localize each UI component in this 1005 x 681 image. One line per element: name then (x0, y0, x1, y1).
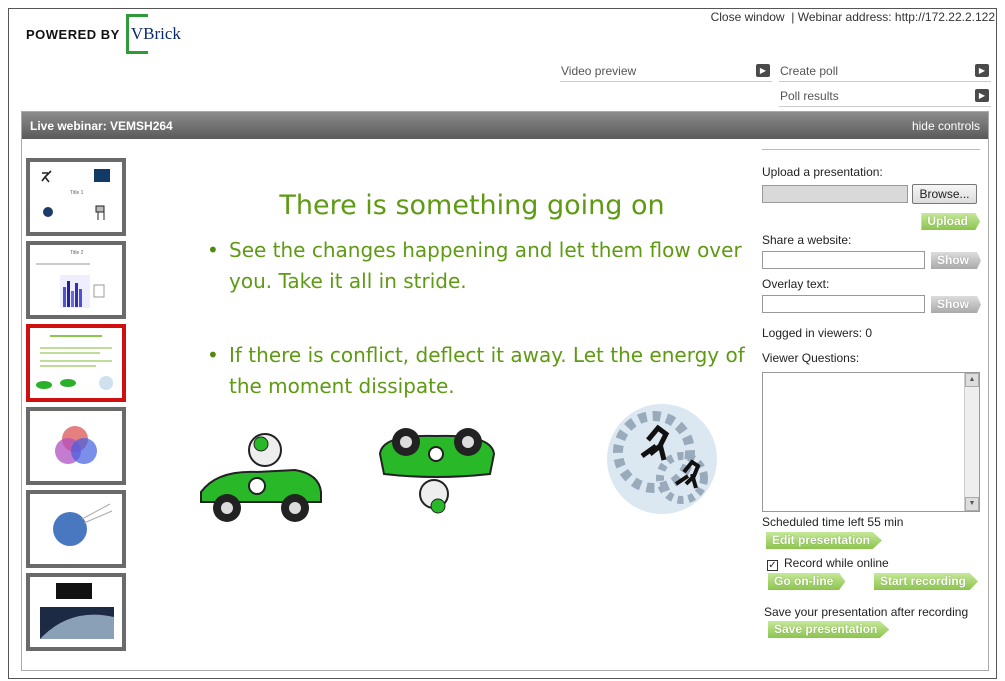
controls-panel: Upload a presentation: Browse... Upload … (762, 149, 981, 638)
upload-button[interactable]: Upload (921, 213, 980, 230)
slide-thumbnail-1[interactable]: Title 1 (26, 158, 126, 236)
vbrick-logo: POWERED BY VBrick (26, 14, 181, 54)
webinar-address: Webinar address: http://172.22.2.122 (797, 10, 995, 24)
overlay-text-label: Overlay text: (762, 277, 830, 291)
share-website-input[interactable] (762, 251, 925, 269)
viewer-questions-label: Viewer Questions: (762, 351, 860, 365)
powered-by-text: POWERED BY (26, 26, 120, 42)
slide-thumbnail-3[interactable] (26, 324, 126, 402)
thumbnail-art (36, 335, 113, 390)
thumbnail-art (41, 169, 110, 220)
expand-arrow-icon[interactable]: ▶ (975, 64, 989, 77)
thumbnail-circle (53, 503, 113, 546)
viewer-questions-box[interactable]: ▲ ▼ (762, 372, 980, 512)
slide-view: There is something going on See the chan… (177, 152, 767, 552)
car-clipart (200, 433, 322, 522)
scroll-up-icon[interactable]: ▲ (965, 373, 979, 387)
show-website-button[interactable]: Show (931, 252, 981, 269)
business-people-clipart (607, 404, 717, 514)
top-links: Close window | Webinar address: http://1… (711, 10, 995, 24)
thumbnail-venn (55, 426, 97, 464)
thumbnail-space (40, 583, 114, 639)
slide-thumbnail-6[interactable] (26, 573, 126, 651)
brand-name: VBrick (130, 24, 181, 43)
brand-mark: VBrick (125, 14, 181, 54)
slide-title: There is something going on (279, 190, 665, 221)
scroll-down-icon[interactable]: ▼ (965, 497, 979, 511)
video-preview-menu[interactable]: Video preview ▶ (560, 60, 772, 82)
logged-in-viewers: Logged in viewers: 0 (762, 326, 873, 340)
browse-button[interactable]: Browse... (912, 184, 977, 204)
start-recording-button[interactable]: Start recording (874, 573, 979, 590)
edit-presentation-button[interactable]: Edit presentation (766, 532, 883, 549)
video-preview-label: Video preview (561, 63, 637, 78)
slide-thumbnail-5[interactable] (26, 490, 126, 568)
save-presentation-button[interactable]: Save presentation (768, 621, 890, 638)
thumbnail-title: Title 1 (70, 190, 84, 196)
go-online-button[interactable]: Go on-line (768, 573, 846, 590)
record-checkbox[interactable]: ✓ (767, 560, 778, 571)
slide-thumbnail-2[interactable]: Title 2 (26, 241, 126, 319)
upload-label: Upload a presentation: (762, 165, 883, 179)
hide-controls-link[interactable]: hide controls (912, 119, 980, 133)
panel-header: Live webinar: VEMSH264 hide controls (22, 112, 988, 139)
flipped-car-clipart (378, 428, 496, 514)
expand-arrow-icon[interactable]: ▶ (756, 64, 770, 77)
questions-scrollbar[interactable]: ▲ ▼ (964, 373, 979, 511)
close-window-link[interactable]: Close window (711, 10, 785, 24)
overlay-text-input[interactable] (762, 295, 925, 313)
record-label: Record while online (784, 556, 889, 570)
webinar-panel: Live webinar: VEMSH264 hide controls Tit… (21, 111, 989, 671)
thumbnail-title: Title 2 (70, 250, 84, 256)
separator: | (791, 10, 795, 24)
slide-bullet: See the changes happening and let them f… (207, 235, 747, 297)
share-website-label: Share a website: (762, 233, 852, 247)
create-poll-label: Create poll (780, 63, 839, 78)
slide-bullet: If there is conflict, deflect it away. L… (207, 340, 747, 402)
upload-file-field[interactable] (762, 185, 908, 203)
create-poll-menu[interactable]: Create poll ▶ (779, 60, 991, 82)
save-after-recording-label: Save your presentation after recording (764, 605, 969, 619)
poll-results-label: Poll results (780, 88, 839, 103)
show-overlay-button[interactable]: Show (931, 296, 981, 313)
poll-results-menu[interactable]: Poll results ▶ (779, 85, 991, 107)
panel-title: Live webinar: VEMSH264 (30, 118, 173, 133)
slide-thumbnail-4[interactable] (26, 407, 126, 485)
expand-arrow-icon[interactable]: ▶ (975, 89, 989, 102)
record-while-online[interactable]: ✓ Record while online (762, 556, 980, 571)
